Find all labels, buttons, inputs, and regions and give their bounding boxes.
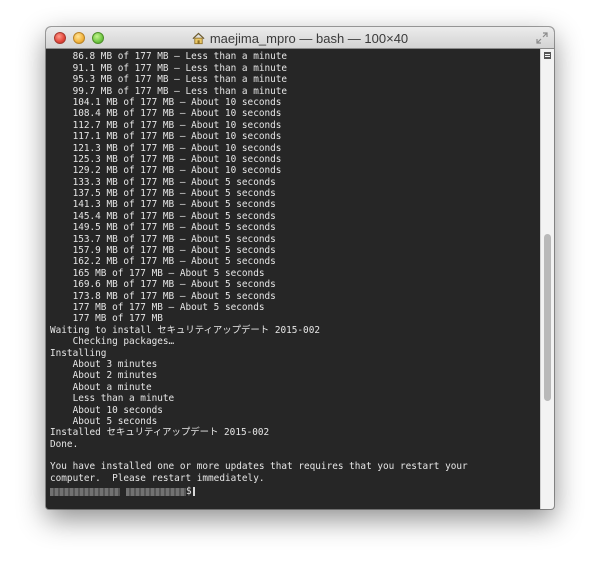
terminal-line: About 5 seconds [50, 415, 158, 427]
terminal-line: 125.3 MB of 177 MB – About 10 seconds [50, 153, 282, 165]
terminal-line: 104.1 MB of 177 MB – About 10 seconds [50, 96, 282, 108]
window-title-group: maejima_mpro — bash — 100×40 [46, 27, 554, 49]
terminal-line: Installing [50, 347, 107, 359]
terminal-line: 157.9 MB of 177 MB – About 5 seconds [50, 245, 276, 257]
terminal-line: 95.3 MB of 177 MB – Less than a minute [50, 74, 288, 86]
terminal-line: 91.1 MB of 177 MB – Less than a minute [50, 62, 288, 74]
terminal-line: You have installed one or more updates t… [50, 461, 468, 473]
terminal-line: About 2 minutes [50, 370, 158, 382]
window-title: maejima_mpro — bash — 100×40 [209, 30, 409, 46]
terminal-line: 149.5 MB of 177 MB – About 5 seconds [50, 222, 276, 234]
terminal-output: 82.3 MB of 177 MB – Less than a minute 8… [46, 49, 540, 498]
terminal-line: 137.5 MB of 177 MB – About 5 seconds [50, 188, 276, 200]
terminal-content[interactable]: 82.3 MB of 177 MB – Less than a minute 8… [46, 49, 540, 509]
terminal-line: 177 MB of 177 MB – About 5 seconds [50, 301, 265, 313]
terminal-line: 117.1 MB of 177 MB – About 10 seconds [50, 131, 282, 143]
terminal-line: 129.2 MB of 177 MB – About 10 seconds [50, 165, 282, 177]
prompt-symbol: $ [186, 486, 192, 498]
terminal-line: 173.8 MB of 177 MB – About 5 seconds [50, 290, 276, 302]
terminal-line: computer. Please restart immediately. [50, 472, 265, 484]
fullscreen-icon[interactable] [536, 32, 548, 44]
terminal-line: 108.4 MB of 177 MB – About 10 seconds [50, 108, 282, 120]
terminal-line: 165 MB of 177 MB – About 5 seconds [50, 267, 265, 279]
terminal-line: 86.8 MB of 177 MB – Less than a minute [50, 51, 288, 63]
scrollbar-thumb[interactable] [544, 234, 551, 402]
terminal-line: 145.4 MB of 177 MB – About 5 seconds [50, 210, 276, 222]
terminal-line: 177 MB of 177 MB [50, 313, 163, 325]
terminal-line: About a minute [50, 381, 152, 393]
terminal-line: 169.6 MB of 177 MB – About 5 seconds [50, 279, 276, 291]
redacted-hostname [50, 487, 120, 496]
terminal-line: 112.7 MB of 177 MB – About 10 seconds [50, 119, 282, 131]
text-cursor [192, 487, 195, 497]
terminal-line: 153.7 MB of 177 MB – About 5 seconds [50, 233, 276, 245]
terminal-line: About 3 minutes [50, 358, 158, 370]
terminal-line: Waiting to install セキュリティアップデート 2015-002 [50, 324, 320, 336]
vertical-scrollbar[interactable] [540, 49, 554, 509]
marks-icon[interactable] [544, 52, 551, 59]
terminal-line: 162.2 MB of 177 MB – About 5 seconds [50, 256, 276, 268]
terminal-line: 99.7 MB of 177 MB – Less than a minute [50, 85, 288, 97]
terminal-window: maejima_mpro — bash — 100×40 82.3 MB of … [46, 27, 554, 509]
terminal-line: 141.3 MB of 177 MB – About 5 seconds [50, 199, 276, 211]
title-bar[interactable]: maejima_mpro — bash — 100×40 [46, 27, 554, 49]
terminal-line: About 10 seconds [50, 404, 163, 416]
terminal-line: Less than a minute [50, 393, 175, 405]
terminal-line: Done. [50, 438, 79, 450]
redacted-username [126, 487, 186, 496]
home-folder-icon [192, 32, 205, 44]
terminal-line: Checking packages… [50, 336, 175, 348]
terminal-line: 133.3 MB of 177 MB – About 5 seconds [50, 176, 276, 188]
shell-prompt: $ [50, 486, 540, 497]
terminal-line: 121.3 MB of 177 MB – About 10 seconds [50, 142, 282, 154]
terminal-line: Installed セキュリティアップデート 2015-002 [50, 427, 270, 439]
